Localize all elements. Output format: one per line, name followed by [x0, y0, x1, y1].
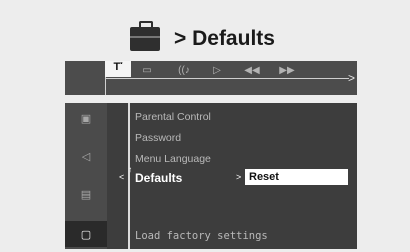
briefcase-icon[interactable]: ▢ [65, 221, 107, 247]
tools-icon[interactable]: T་ [105, 61, 131, 77]
menu-item-defaults[interactable]: Defaults [135, 171, 182, 185]
settings-panel: ▣ ◁ ▤ ▢ Parental Control Password Menu L… [65, 103, 357, 249]
briefcase-icon [130, 21, 160, 51]
fast-forward-icon[interactable]: ▶▶ [275, 63, 299, 77]
timeline-arrow-icon: > [347, 71, 355, 85]
reset-option[interactable]: Reset [245, 169, 348, 185]
up-arrow-icon: ↑ [128, 165, 132, 174]
menu-item-menu-language[interactable]: Menu Language [135, 153, 211, 165]
toolbar: T་ ▭ ((♪ ▷ ◀◀ ▶▶ > [65, 61, 357, 95]
menu-item-password[interactable]: Password [135, 132, 181, 144]
page-title-text: > Defaults [174, 27, 275, 50]
page-title: > Defaults [130, 21, 275, 56]
back-arrow-icon: < [119, 172, 125, 182]
play-icon[interactable]: ▷ [207, 63, 227, 77]
menu-item-parental-control[interactable]: Parental Control [135, 111, 211, 123]
rewind-icon[interactable]: ◀◀ [240, 63, 264, 77]
subtitle-icon[interactable]: ▭ [137, 63, 157, 77]
load-factory-settings-label: Load factory settings [135, 230, 268, 242]
menu-divider [128, 103, 130, 249]
speaker-icon[interactable]: ◁ [65, 143, 107, 169]
chat-icon[interactable]: ▤ [65, 181, 107, 207]
audio-icon[interactable]: ((♪ [173, 63, 195, 77]
sidebar: ▣ ◁ ▤ ▢ [65, 103, 107, 249]
submenu-arrow-icon: > [236, 172, 242, 182]
picture-icon[interactable]: ▣ [65, 105, 107, 131]
toolbar-timeline [105, 78, 349, 79]
